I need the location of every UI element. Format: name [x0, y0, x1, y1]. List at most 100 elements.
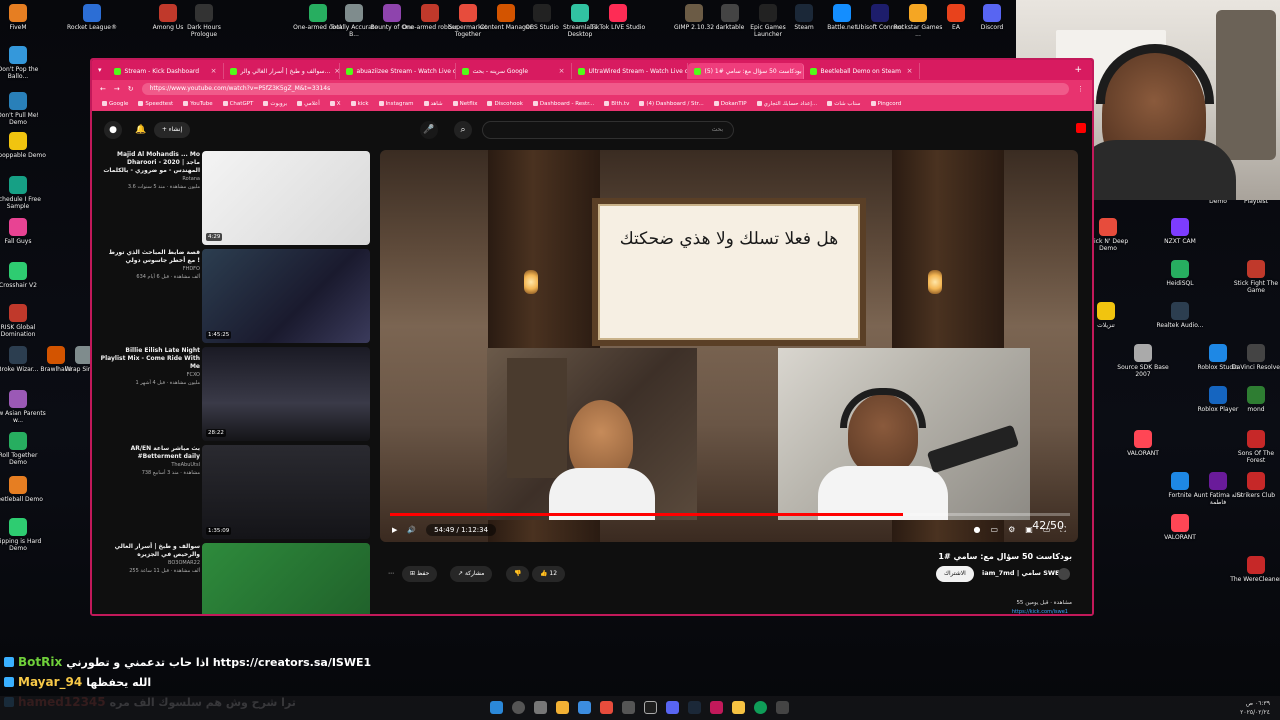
bookmark-item[interactable]: إعداد حسابك التجاري... [757, 101, 818, 107]
desktop-icon[interactable]: Crosshair V2 [0, 262, 46, 289]
desktop-icon[interactable]: VALORANT [1152, 514, 1208, 541]
avatar[interactable]: ● [104, 121, 122, 139]
app-icon[interactable] [622, 701, 635, 714]
task-view-icon[interactable] [534, 701, 547, 714]
discord-icon[interactable] [666, 701, 679, 714]
desktop-icon[interactable]: Flipping is Hard Demo [0, 518, 46, 552]
folder-icon[interactable] [732, 701, 745, 714]
desktop-icon[interactable]: Discord [964, 4, 1020, 31]
obs-icon[interactable] [644, 701, 657, 714]
close-icon[interactable]: × [559, 67, 565, 75]
vscode-icon[interactable] [578, 701, 591, 714]
tab-menu-icon[interactable]: ▾ [92, 66, 108, 74]
bookmark-item[interactable]: Blth.tv [604, 101, 629, 107]
explorer-icon[interactable] [556, 701, 569, 714]
back-icon[interactable]: ← [100, 85, 106, 93]
theater-icon[interactable]: ▭ [1043, 525, 1051, 535]
volume-icon[interactable]: 🔊 [407, 526, 416, 534]
voice-search-icon[interactable]: 🎤 [420, 121, 438, 139]
desktop-icon[interactable]: Unpoppable Demo [0, 132, 46, 159]
channel-avatar[interactable] [1058, 568, 1070, 580]
search-input[interactable]: بحث [482, 121, 734, 139]
desktop-icon[interactable]: VALORANT [1115, 430, 1171, 457]
recommended-video[interactable]: Majid Al Mohandis ... Mo Dharoori - 2020… [100, 151, 372, 245]
bookmark-item[interactable]: Dashboard - Restr... [533, 101, 594, 107]
desktop-icon[interactable]: RISK Global Domination [0, 304, 46, 338]
desktop-icon[interactable]: FiveM [0, 4, 46, 31]
bookmark-item[interactable]: سناب شات [827, 101, 860, 107]
recommended-video[interactable]: سوالف و طبخ | أسرار الغالي والرخيص في ال… [100, 543, 372, 614]
close-icon[interactable]: × [211, 67, 217, 75]
app-icon[interactable] [776, 701, 789, 714]
close-icon[interactable]: × [907, 67, 913, 75]
desktop-icon[interactable]: Don't Pop the Ballo... [0, 46, 46, 80]
bookmark-item[interactable]: Discohook [487, 101, 522, 107]
save-button[interactable]: ⊞ حفظ [402, 566, 438, 582]
bookmark-item[interactable]: Netflix [453, 101, 478, 107]
bookmark-item[interactable]: Speedtest [138, 101, 173, 107]
desktop-icon[interactable]: TikTok LIVE Studio [590, 4, 646, 31]
description-link[interactable]: https://kick.com/iswe1 [1012, 609, 1068, 614]
desktop-icon[interactable]: Rocket League® [64, 4, 120, 31]
desktop-icon[interactable]: HeidiSQL [1152, 260, 1208, 287]
desktop-icon[interactable]: Don't Pull Me! Demo [0, 92, 46, 126]
miniplayer-icon[interactable]: ▣ [1025, 525, 1033, 535]
create-button[interactable]: + إنشاء [154, 122, 190, 138]
desktop-icon[interactable]: Realtek Audio... [1152, 302, 1208, 329]
dislike-button[interactable]: 👎 [506, 566, 530, 582]
more-icon[interactable]: ⋯ [380, 566, 402, 582]
browser-tab[interactable]: سرينه - بحث Google × [456, 63, 572, 79]
share-button[interactable]: ↗ مشاركة [450, 566, 493, 582]
desktop-icon[interactable]: Fall Guys [0, 218, 46, 245]
browser-tab[interactable]: abuaziizee Stream - Watch Live o...× [340, 63, 456, 79]
video-player[interactable]: هل فعلا تسلك ولا هذي ضحكتك 42/50 ▶ 🔊 54:… [380, 150, 1078, 542]
desktop-icon[interactable]: Roll Together Demo [0, 432, 46, 466]
notifications-icon[interactable]: 🔔 [132, 121, 150, 139]
desktop-icon[interactable]: DaVinci Resolve [1228, 344, 1280, 371]
bookmark-item[interactable]: X [330, 101, 341, 107]
bookmark-item[interactable]: Pingcord [871, 101, 902, 107]
play-icon[interactable]: ▶ [392, 526, 397, 534]
bookmark-item[interactable]: ChatGPT [223, 101, 254, 107]
search-icon[interactable] [512, 701, 525, 714]
like-button[interactable]: 👍 12 [532, 566, 566, 582]
channel-name[interactable]: iam_7md | سامي SWE [982, 569, 1060, 577]
video-thumbnail[interactable]: 1:35:09 [202, 445, 370, 539]
desktop-icon[interactable]: How Asian Parents w... [0, 390, 46, 424]
subtitles-icon[interactable]: ▭ [991, 525, 999, 535]
bookmark-item[interactable]: Instagram [379, 101, 414, 107]
recommended-video[interactable]: Billie Eilish Late Night Playlist Mix - … [100, 347, 372, 441]
start-icon[interactable] [490, 701, 503, 714]
browser-tab[interactable]: Beetleball Demo on Steam × [804, 63, 920, 79]
bookmark-item[interactable]: بروبوت [263, 101, 287, 107]
desktop-icon[interactable]: Dark Hours Prologue [176, 4, 232, 38]
reload-icon[interactable]: ↻ [128, 85, 134, 93]
video-thumbnail[interactable]: 1:45:25 [202, 249, 370, 343]
settings-icon[interactable]: ⚙ [1008, 525, 1015, 535]
desktop-icon[interactable]: Stick Fight The Game [1228, 260, 1280, 294]
desktop-icon[interactable]: Source SDK Base 2007 [1115, 344, 1171, 378]
recommended-video[interactable]: قصة ضابط المباحث الذي تورط مع أخطر جاسوس… [100, 249, 372, 343]
bookmark-item[interactable]: شاهد [424, 101, 443, 107]
youtube-logo-icon[interactable] [1076, 123, 1086, 133]
video-thumbnail[interactable]: 4:29 [202, 151, 370, 245]
bookmark-item[interactable]: DokanTIP [714, 101, 747, 107]
desktop-icon[interactable]: NZXT CAM [1152, 218, 1208, 245]
desktop-icon[interactable]: Schedule I Free Sample [0, 176, 46, 210]
clock[interactable]: ٠٦:٣٩ ص [1240, 699, 1270, 708]
desktop-icon[interactable]: Beetleball Demo [0, 476, 46, 503]
address-bar[interactable]: https://www.youtube.com/watch?v=P5fZ3K5g… [141, 82, 1069, 95]
video-thumbnail[interactable] [202, 543, 370, 614]
desktop-icon[interactable]: Strikers Club [1228, 472, 1280, 499]
desktop-icon[interactable]: mond [1228, 386, 1280, 413]
browser-tab[interactable]: (5) بودكاست 50 سؤال مع: سامي #1× [687, 63, 804, 79]
video-progress-bar[interactable] [390, 513, 1070, 516]
browser-icon[interactable] [710, 701, 723, 714]
app-icon[interactable] [600, 701, 613, 714]
subscribe-button[interactable]: الاشتراك [936, 566, 974, 582]
browser-tab[interactable]: سوالف و طبخ | أسرار الغالي والر...× [224, 63, 340, 79]
recommended-video[interactable]: AR/EN بث مباشر ساعة #Betterment daily The… [100, 445, 372, 539]
fullscreen-icon[interactable]: ⛶ [1060, 525, 1066, 535]
bookmark-item[interactable]: أعلامي [297, 101, 320, 107]
date[interactable]: ٢٠٢٥/٠٢/٢٤ [1240, 708, 1270, 717]
